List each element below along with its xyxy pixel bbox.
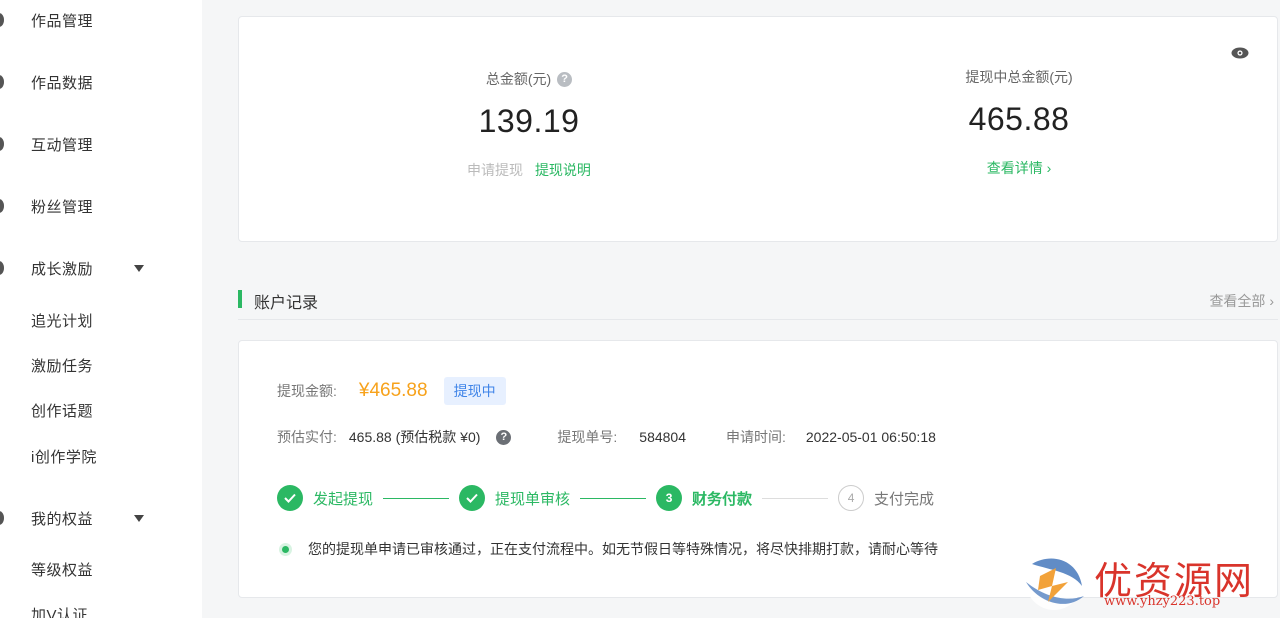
sidebar-item-label: 激励任务 bbox=[31, 357, 94, 375]
step-connector bbox=[762, 497, 829, 499]
status-dot-icon bbox=[279, 542, 292, 556]
step-label: 发起提现 bbox=[313, 490, 374, 508]
chevron-right-icon: › bbox=[1046, 160, 1052, 176]
amount-label: 提现金额: bbox=[277, 383, 337, 399]
progress-steps: 发起提现 提现单审核 3 财务付款 4 支付完成 bbox=[277, 485, 934, 511]
order-value: 584804 bbox=[639, 429, 686, 445]
total-amount-block: 总金额(元) ? 139.19 申请提现 提现说明 bbox=[379, 69, 679, 180]
time-label: 申请时间: bbox=[726, 429, 786, 445]
nav-bullet-icon bbox=[0, 199, 4, 213]
withdraw-amount: ¥465.88 bbox=[358, 380, 428, 401]
time-value: 2022-05-01 06:50:18 bbox=[805, 429, 936, 445]
step-label: 提现单审核 bbox=[495, 490, 571, 508]
sidebar-item-label: 等级权益 bbox=[31, 561, 94, 579]
sidebar-item-label: 创作话题 bbox=[31, 402, 94, 420]
estimated-value: 465.88 (预估税款 ¥0) bbox=[348, 429, 481, 445]
nav-bullet-icon bbox=[0, 13, 4, 27]
watermark-url: www.yhzy223.top bbox=[1104, 594, 1221, 609]
step-number: 4 bbox=[838, 485, 865, 511]
nav-bullet-icon bbox=[0, 511, 4, 525]
help-icon[interactable]: ? bbox=[496, 429, 512, 445]
help-icon[interactable]: ? bbox=[557, 71, 573, 87]
caret-down-icon bbox=[134, 264, 144, 272]
step-review: 提现单审核 bbox=[459, 485, 570, 511]
step-payment: 3 财务付款 bbox=[656, 485, 752, 511]
nav-bullet-icon bbox=[0, 137, 4, 151]
withdrawing-amount-block: 提现中总金额(元) 465.88 查看详情 › bbox=[869, 67, 1169, 178]
view-all-link[interactable]: 查看全部 › bbox=[1209, 291, 1274, 311]
sidebar-item-label: 我的权益 bbox=[31, 510, 94, 528]
record-detail-row: 预估实付: 465.88 (预估税款 ¥0) ? 提现单号: 584804 申请… bbox=[277, 427, 936, 447]
sidebar-item-label: 追光计划 bbox=[31, 312, 94, 330]
sidebar-item-label: 粉丝管理 bbox=[31, 198, 94, 216]
chevron-right-icon: › bbox=[1269, 293, 1274, 309]
caret-down-icon bbox=[134, 514, 144, 522]
sidebar-item-label: 作品管理 bbox=[31, 12, 94, 30]
withdrawing-amount-value: 465.88 bbox=[968, 101, 1070, 137]
step-complete: 4 支付完成 bbox=[838, 485, 934, 511]
sidebar-item-label: 成长激励 bbox=[31, 260, 94, 278]
withdrawing-links: 查看详情 › bbox=[869, 158, 1169, 178]
main-content: 总金额(元) ? 139.19 申请提现 提现说明 提现中总金额(元) 465.… bbox=[202, 0, 1280, 618]
apply-withdraw-button[interactable]: 申请提现 bbox=[467, 162, 523, 178]
notice-text: 您的提现单申请已审核通过，正在支付流程中。如无节假日等特殊情况，将尽快排期打款，… bbox=[308, 541, 938, 557]
withdrawing-label-row: 提现中总金额(元) bbox=[869, 67, 1169, 87]
sidebar-item-works-data[interactable]: 作品数据 bbox=[0, 62, 202, 102]
section-accent-bar bbox=[238, 290, 242, 308]
order-label: 提现单号: bbox=[557, 429, 618, 445]
step-label: 财务付款 bbox=[692, 490, 753, 508]
withdrawing-amount-label: 提现中总金额(元) bbox=[965, 69, 1073, 85]
nav-bullet-icon bbox=[0, 75, 4, 89]
view-details-label: 查看详情 bbox=[986, 160, 1043, 176]
view-details-link[interactable]: 查看详情 › bbox=[987, 160, 1052, 176]
step-number: 3 bbox=[656, 485, 683, 511]
total-amount-label: 总金额(元) bbox=[485, 71, 552, 87]
watermark: 优资源网 www.yhzy223.top bbox=[1012, 542, 1274, 616]
withdraw-explain-link[interactable]: 提现说明 bbox=[535, 162, 591, 178]
view-all-label: 查看全部 bbox=[1209, 293, 1266, 309]
sidebar-item-works-manage[interactable]: 作品管理 bbox=[0, 0, 202, 40]
sidebar-item-label: 作品数据 bbox=[31, 74, 94, 92]
status-notice: 您的提现单申请已审核通过，正在支付流程中。如无节假日等特殊情况，将尽快排期打款，… bbox=[279, 539, 938, 559]
nav-bullet-icon bbox=[0, 261, 4, 275]
total-amount-value: 139.19 bbox=[478, 103, 580, 139]
step-label: 支付完成 bbox=[874, 490, 935, 508]
sidebar-item-level-rights[interactable]: 等级权益 bbox=[0, 549, 202, 589]
sidebar-item-label: 互动管理 bbox=[31, 136, 94, 154]
sidebar-item-topics[interactable]: 创作话题 bbox=[0, 390, 202, 430]
watermark-logo-icon bbox=[1026, 554, 1084, 610]
total-amount-label-row: 总金额(元) ? bbox=[379, 69, 679, 89]
sidebar-item-zhuiguang[interactable]: 追光计划 bbox=[0, 300, 202, 340]
sidebar-item-label: i创作学院 bbox=[31, 448, 97, 466]
sidebar-item-growth[interactable]: 成长激励 bbox=[0, 248, 202, 288]
sidebar-item-v-verify[interactable]: 加V认证 bbox=[0, 594, 202, 618]
estimated-label: 预估实付: bbox=[277, 429, 337, 445]
total-amount-links: 申请提现 提现说明 bbox=[379, 160, 679, 180]
sidebar-item-incentive-tasks[interactable]: 激励任务 bbox=[0, 345, 202, 385]
sidebar-item-interaction[interactable]: 互动管理 bbox=[0, 124, 202, 164]
check-icon bbox=[277, 485, 303, 511]
sidebar-item-academy[interactable]: i创作学院 bbox=[0, 436, 202, 476]
sidebar-item-label: 加V认证 bbox=[31, 606, 89, 618]
sidebar: 作品管理 作品数据 互动管理 粉丝管理 成长激励 追光计划 激励任务 创作话题 … bbox=[0, 0, 202, 618]
eye-icon[interactable] bbox=[1231, 47, 1249, 59]
check-icon bbox=[459, 485, 486, 511]
section-title: 账户记录 bbox=[254, 295, 319, 312]
sidebar-item-my-rights[interactable]: 我的权益 bbox=[0, 498, 202, 538]
step-connector bbox=[383, 497, 450, 499]
step-initiate: 发起提现 bbox=[277, 485, 373, 511]
sidebar-item-fans[interactable]: 粉丝管理 bbox=[0, 186, 202, 226]
status-badge: 提现中 bbox=[443, 377, 506, 405]
step-connector bbox=[580, 497, 647, 499]
balance-summary-card: 总金额(元) ? 139.19 申请提现 提现说明 提现中总金额(元) 465.… bbox=[238, 16, 1278, 242]
account-records-header: 账户记录 查看全部 › bbox=[238, 280, 1278, 320]
record-amount-row: 提现金额: ¥465.88 提现中 bbox=[277, 377, 506, 405]
